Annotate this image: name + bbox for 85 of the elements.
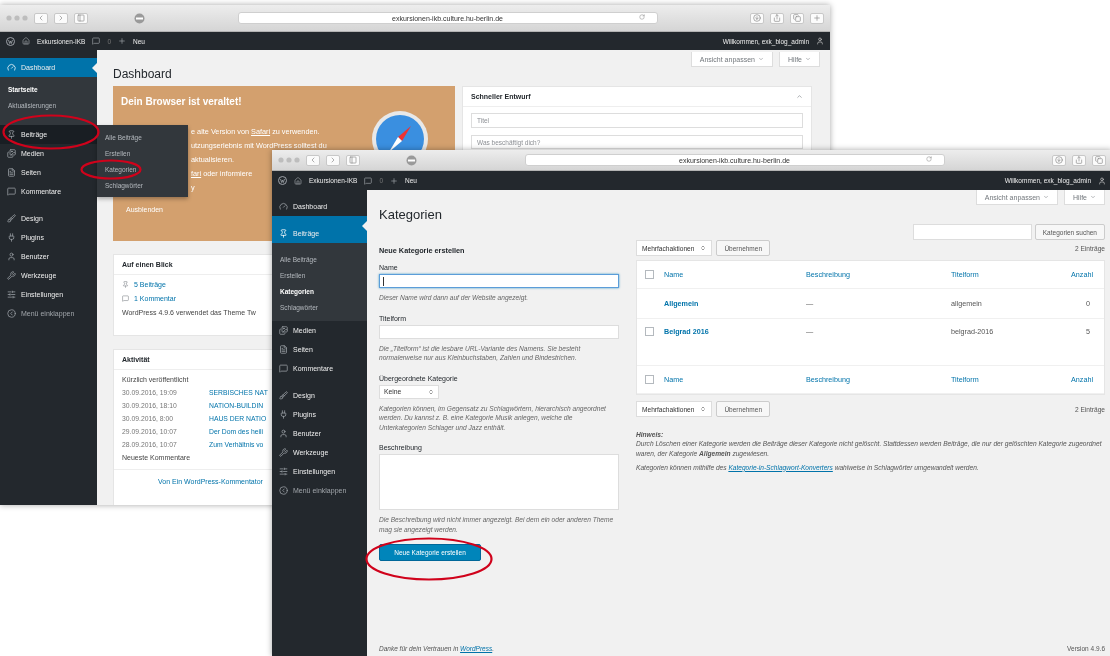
sidebar-icon (349, 156, 357, 164)
share-button[interactable] (1072, 154, 1086, 166)
annotation-ellipse (80, 159, 142, 180)
chevron-right-icon (57, 14, 65, 22)
new-tab-button[interactable] (810, 12, 824, 24)
plus-icon[interactable] (118, 37, 127, 45)
home-icon[interactable] (22, 37, 30, 45)
brush-icon (279, 391, 288, 400)
plus-icon[interactable] (390, 176, 399, 185)
description-field[interactable] (379, 454, 619, 511)
wrench-icon (7, 271, 16, 280)
speech-bubble-icon (122, 295, 129, 302)
caret-icon (1090, 194, 1096, 200)
sidebar-icon (77, 14, 85, 22)
pin-icon (122, 281, 129, 288)
forward-button[interactable] (326, 154, 340, 166)
chevron-left-icon (309, 156, 317, 164)
gauge-icon (279, 202, 288, 211)
forward-button[interactable] (54, 12, 68, 24)
caret-icon (758, 56, 764, 62)
tabs-button[interactable] (790, 12, 804, 24)
select-arrows-icon (700, 245, 707, 251)
site-icon (406, 154, 417, 166)
select-all-checkbox[interactable] (645, 270, 654, 279)
sidebar-button[interactable] (74, 12, 88, 24)
chevron-circle-icon (7, 309, 16, 318)
tabs-button[interactable] (1092, 154, 1106, 166)
images-icon (279, 326, 288, 335)
collapse-icon[interactable] (796, 93, 803, 100)
sliders-icon (279, 467, 288, 476)
page-icon (279, 345, 288, 354)
user-icon (7, 252, 16, 261)
share-icon (1075, 156, 1083, 164)
home-icon[interactable] (294, 176, 302, 185)
tabs-icon (1095, 156, 1103, 164)
text-cursor (383, 276, 384, 286)
page-title: Dashboard (113, 67, 173, 81)
images-icon (7, 149, 16, 158)
download-button[interactable] (750, 12, 764, 24)
tabs-icon (793, 14, 801, 22)
reload-icon[interactable] (638, 14, 645, 20)
select-arrows-icon (700, 406, 707, 412)
speech-bubble-icon[interactable] (364, 176, 373, 185)
window-controls-icon[interactable] (278, 157, 300, 163)
caret-icon (1043, 194, 1049, 200)
share-icon (773, 14, 781, 22)
select-all-checkbox[interactable] (645, 375, 654, 384)
logo-icon[interactable] (278, 176, 287, 185)
plus-icon (813, 14, 821, 22)
plug-icon (279, 410, 288, 419)
download-icon (753, 14, 761, 22)
user-icon (279, 429, 288, 438)
wrench-icon (279, 448, 288, 457)
back-button[interactable] (306, 154, 320, 166)
logo-icon[interactable] (6, 36, 15, 46)
chevron-circle-icon (279, 486, 288, 495)
back-button[interactable] (34, 12, 48, 24)
pin-icon (279, 229, 288, 238)
select-arrows-icon (428, 388, 434, 395)
sliders-icon (7, 290, 16, 299)
window-controls-icon[interactable] (6, 15, 28, 21)
sidebar-button[interactable] (346, 154, 360, 166)
reload-icon[interactable] (925, 156, 932, 162)
gauge-icon (7, 63, 16, 72)
download-icon (1055, 156, 1063, 164)
page-title: Kategorien (379, 207, 443, 222)
user-icon[interactable] (816, 37, 824, 45)
speech-bubble-icon (7, 187, 16, 196)
share-button[interactable] (770, 12, 784, 24)
chevron-left-icon (37, 14, 45, 22)
user-icon[interactable] (1098, 176, 1106, 185)
plug-icon (7, 233, 16, 242)
download-button[interactable] (1052, 154, 1066, 166)
notice-title: Dein Browser ist veraltet! (121, 96, 243, 107)
row-checkbox[interactable] (645, 327, 654, 336)
input-field[interactable] (379, 274, 619, 288)
pin-icon (7, 130, 16, 139)
caret-icon (805, 56, 811, 62)
site-icon (134, 12, 145, 24)
chevron-right-icon (329, 156, 337, 164)
page-icon (7, 168, 16, 177)
speech-bubble-icon[interactable] (92, 37, 101, 45)
speech-bubble-icon (279, 364, 288, 373)
search-field[interactable] (912, 224, 1032, 240)
brush-icon (7, 214, 16, 223)
